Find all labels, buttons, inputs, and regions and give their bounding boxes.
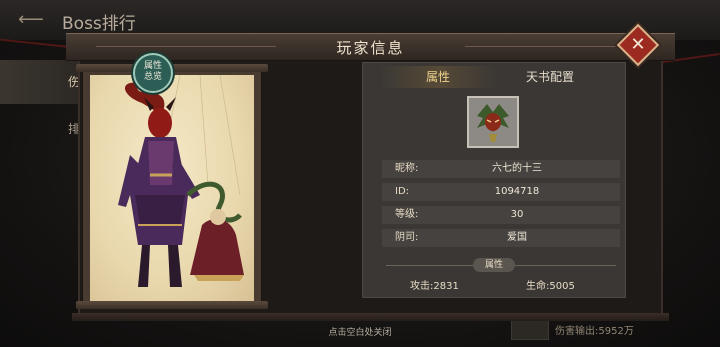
tab-tianshu-config[interactable]: 天书配置	[490, 66, 610, 88]
background-title: Boss排行	[62, 14, 136, 34]
character-legs	[138, 245, 182, 287]
character-portrait	[118, 75, 244, 287]
field-guild: 阴司: 爱国	[382, 229, 620, 247]
stat-attack-value: 2831	[433, 281, 459, 292]
info-tabs: 属性 天书配置	[362, 66, 624, 88]
badge-text-line-1: 属性	[143, 61, 162, 71]
stat-hp-value: 5005	[549, 281, 575, 292]
player-avatar	[467, 96, 519, 148]
stat-attack: 攻击:2831	[410, 277, 459, 292]
field-nickname: 昵称: 六七的十三	[382, 160, 620, 178]
field-id: ID: 1094718	[382, 183, 620, 201]
field-level: 等级: 30	[382, 206, 620, 224]
attribute-overview-badge[interactable]: 属性 总览	[133, 53, 173, 93]
puppet-string	[219, 75, 241, 196]
field-level-value: 30	[510, 209, 524, 220]
stat-hp-label: 生命:	[526, 281, 550, 292]
second-puppet	[190, 219, 244, 275]
puppet-string	[199, 75, 209, 186]
tab-attributes[interactable]: 属性	[378, 66, 498, 88]
character-mask	[148, 108, 172, 138]
field-guild-value: 爱国	[507, 232, 527, 243]
field-id-value: 1094718	[494, 186, 540, 197]
close-hint[interactable]: 点击空白处关闭	[0, 325, 720, 338]
stat-attack-label: 攻击:	[410, 281, 434, 292]
avatar-portrait-icon	[477, 104, 509, 142]
modal-base	[72, 313, 669, 321]
badge-text-line-2: 总览	[143, 72, 162, 82]
back-arrow-icon[interactable]: ⟵	[18, 9, 54, 31]
stat-hp: 生命:5005	[526, 277, 575, 292]
close-x-icon[interactable]: ✕	[625, 32, 651, 58]
attributes-section-title: 属性	[473, 258, 515, 272]
field-nickname-value: 六七的十三	[492, 163, 542, 174]
frame-bottom-bar	[76, 301, 268, 309]
